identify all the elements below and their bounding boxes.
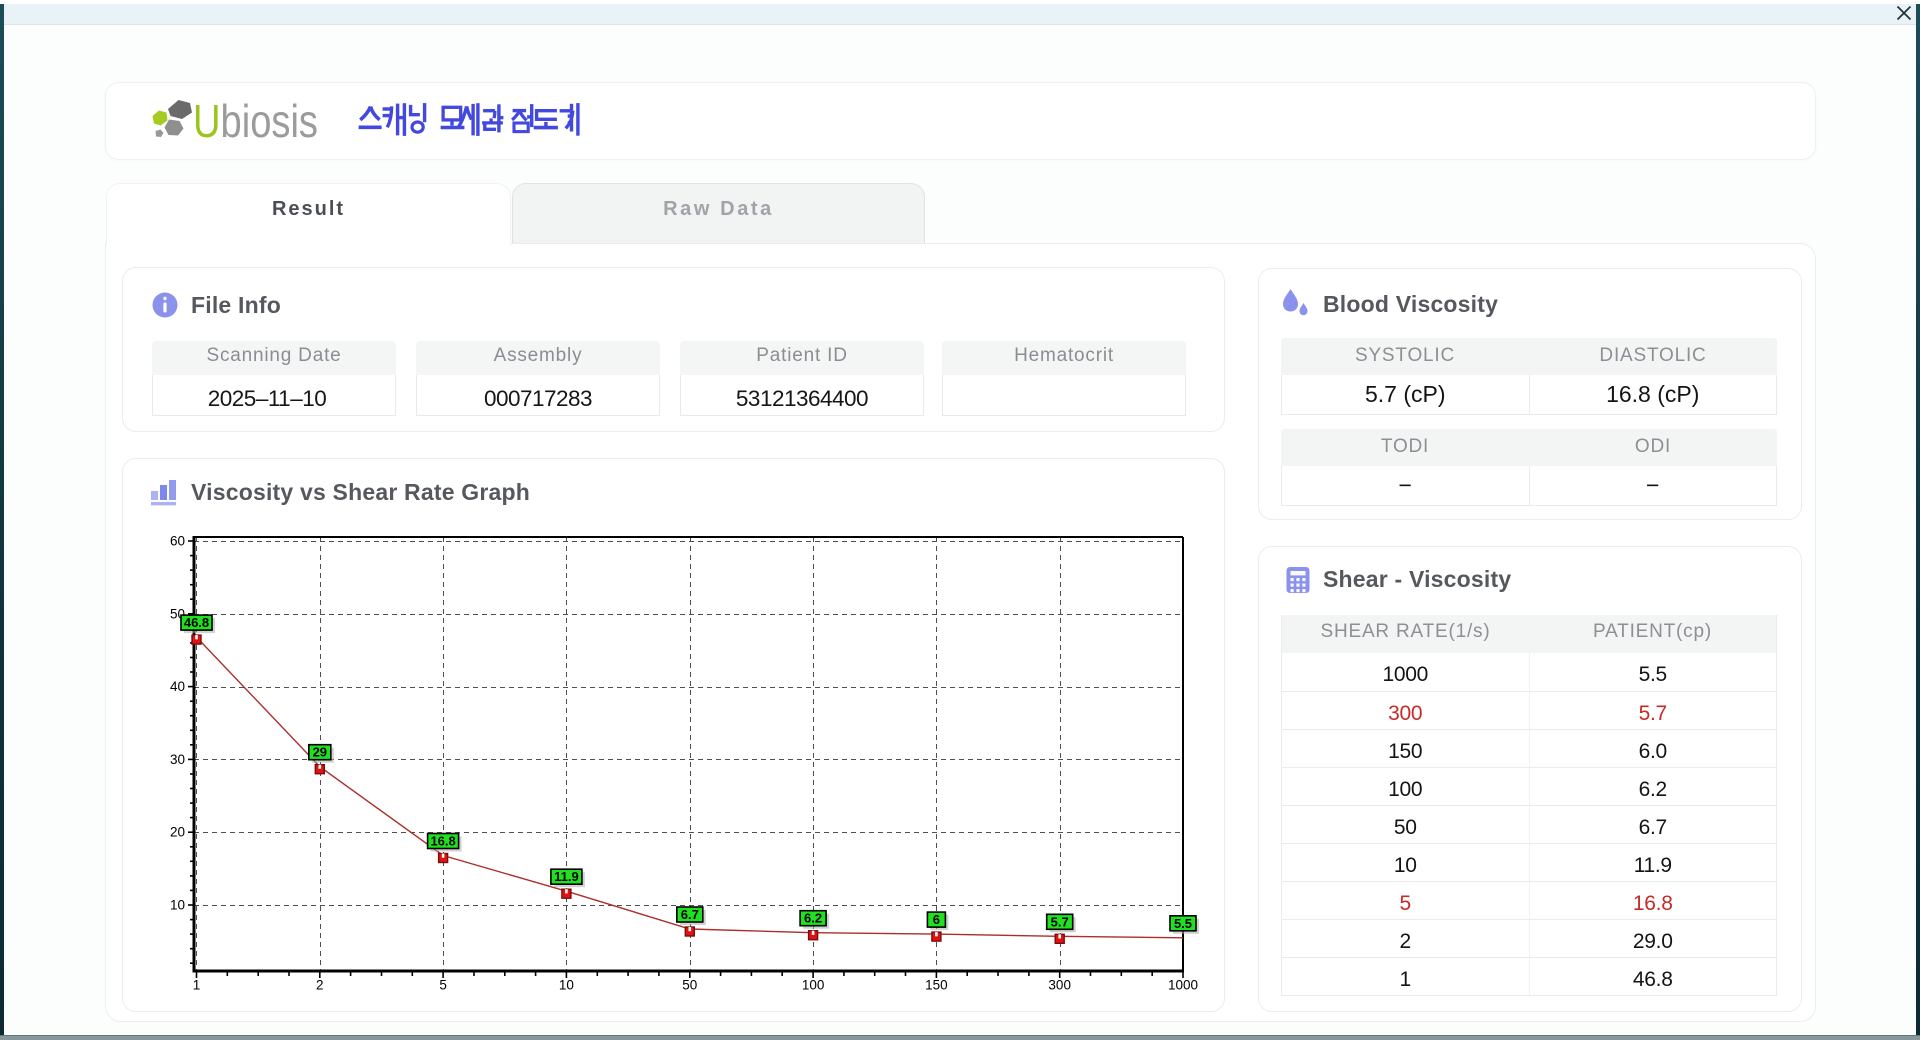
svg-text:5: 5 [439, 978, 447, 993]
svg-text:11.9: 11.9 [554, 869, 579, 884]
svg-text:Ubiosis: Ubiosis [193, 96, 318, 146]
svg-text:6: 6 [933, 912, 940, 927]
svg-text:40: 40 [170, 679, 185, 694]
svg-text:20: 20 [170, 825, 185, 840]
svg-text:1000: 1000 [1168, 978, 1198, 993]
svg-text:300: 300 [1048, 978, 1071, 993]
svg-text:2: 2 [316, 978, 324, 993]
svg-text:1: 1 [193, 978, 201, 993]
svg-text:60: 60 [170, 534, 185, 549]
svg-text:10: 10 [559, 978, 574, 993]
svg-text:5.5: 5.5 [1174, 916, 1192, 931]
svg-text:50: 50 [682, 978, 697, 993]
svg-text:46.8: 46.8 [184, 615, 209, 630]
svg-text:150: 150 [925, 978, 948, 993]
svg-text:6.2: 6.2 [804, 911, 822, 926]
svg-text:100: 100 [802, 978, 825, 993]
svg-text:30: 30 [170, 752, 185, 767]
svg-text:16.8: 16.8 [430, 834, 455, 849]
svg-text:29: 29 [313, 745, 327, 760]
svg-text:10: 10 [170, 898, 185, 913]
svg-text:6.7: 6.7 [681, 907, 699, 922]
svg-text:5.7: 5.7 [1051, 914, 1069, 929]
